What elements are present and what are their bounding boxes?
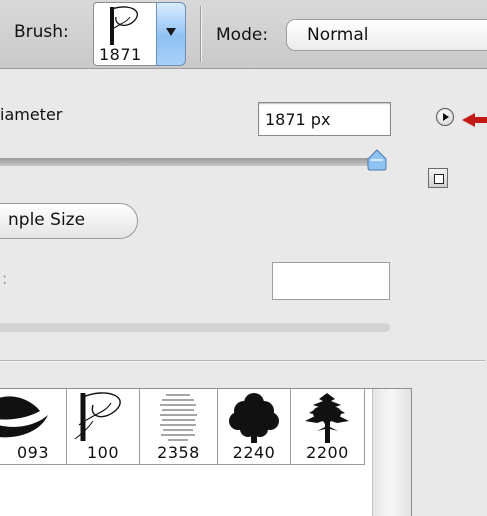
mode-label: Mode: (216, 25, 269, 45)
chevron-down-icon (166, 28, 176, 36)
preset-size: 2240 (232, 443, 276, 462)
tree-brush-icon (305, 393, 349, 443)
script-p-brush-icon (74, 392, 121, 441)
preset-size: 2200 (306, 443, 349, 462)
brush-preset-grid: 093 100 2358 2240 2200 (0, 388, 412, 516)
leaf-brush-icon (0, 396, 48, 438)
brush-tip-icon (109, 6, 138, 45)
preset-size: 100 (86, 443, 120, 462)
annotation-arrow-icon (462, 113, 487, 127)
brush-label: Brush: (14, 22, 69, 42)
text-page-brush-icon (160, 394, 197, 441)
options-bar: Brush: 1871 Mode: Normal (0, 0, 487, 69)
mode-value: Normal (307, 25, 369, 45)
brush-preset-cell[interactable]: 100 (67, 389, 140, 465)
options-divider (200, 6, 201, 62)
brush-preset-cell[interactable]: 2358 (140, 389, 218, 465)
preset-size: 2358 (157, 443, 200, 462)
brush-preview-size: 1871 (99, 45, 142, 64)
disabled-field-input (272, 262, 390, 300)
disabled-field-label: : (2, 269, 8, 288)
new-preset-icon[interactable] (428, 168, 448, 188)
photoshop-brush-window: Brush: 1871 Mode: Normal iameter 1871 px… (0, 0, 487, 516)
diameter-slider-track[interactable] (0, 158, 383, 166)
mode-select[interactable]: Normal (286, 19, 487, 51)
preset-size: 093 (16, 443, 50, 462)
brush-picker-panel: iameter nple Size : 093 (0, 69, 487, 516)
brush-preset-cell[interactable]: 093 (0, 389, 67, 465)
diameter-input[interactable] (258, 102, 391, 136)
brush-picker-dropdown-button[interactable] (156, 2, 186, 66)
brush-preset-cell[interactable]: 2240 (218, 389, 291, 465)
brush-preset-cell[interactable]: 2200 (291, 389, 365, 465)
use-sample-size-button[interactable]: nple Size (0, 203, 138, 239)
diameter-label: iameter (0, 105, 63, 124)
panel-menu-arrow-icon[interactable] (436, 108, 454, 126)
tree-brush-icon (229, 393, 279, 443)
diameter-slider-thumb[interactable] (366, 149, 388, 171)
panel-divider (0, 360, 485, 361)
brush-preview-button[interactable]: 1871 (93, 2, 158, 66)
disabled-slider-track (0, 323, 390, 332)
preset-scrollbar[interactable] (372, 389, 411, 516)
